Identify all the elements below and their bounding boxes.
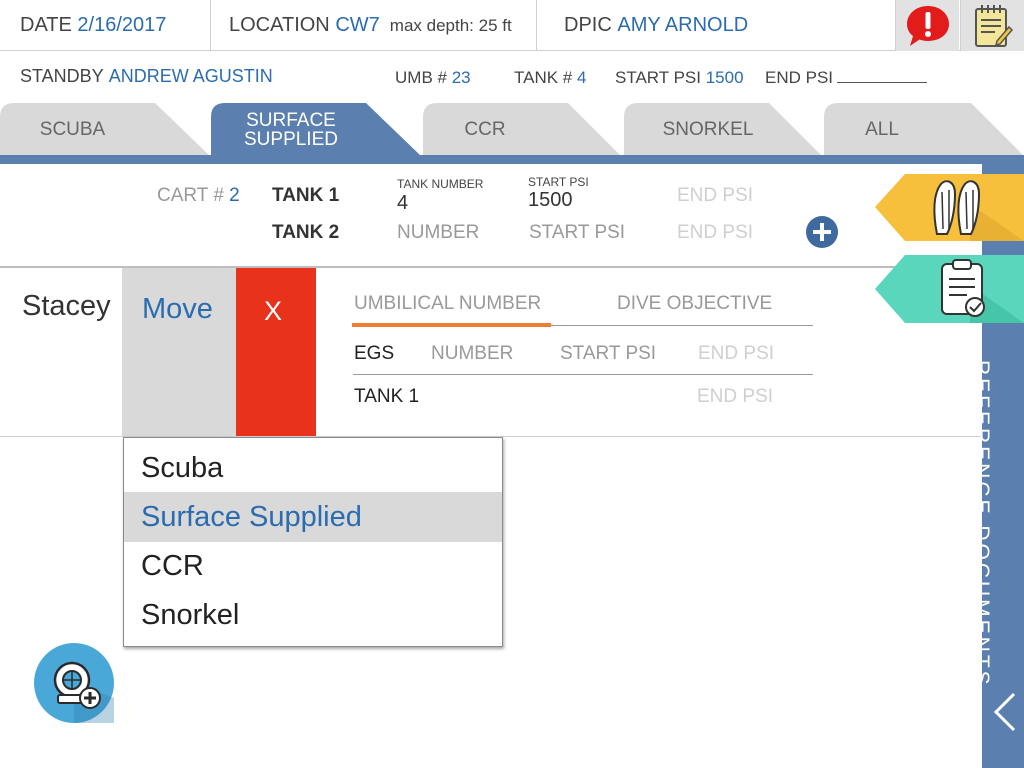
fins-icon: [875, 174, 1024, 241]
dropdown-option-snorkel[interactable]: Snorkel: [124, 590, 502, 640]
end-psi-input-line: [837, 69, 928, 83]
tab-label: SURFACE SUPPLIED: [244, 111, 338, 149]
standby-label: STANDBY: [20, 66, 104, 86]
tab-label-line1: SURFACE: [246, 109, 336, 131]
tab-label: ALL: [865, 119, 899, 140]
umb-value: 23: [451, 68, 471, 87]
cart-tank2-number[interactable]: NUMBER: [397, 222, 479, 244]
move-button[interactable]: Move: [122, 268, 236, 436]
header-divider: [536, 0, 537, 51]
cart-value: 2: [229, 185, 240, 206]
remove-diver-button[interactable]: X: [236, 268, 316, 436]
tab-scuba[interactable]: SCUBA: [0, 103, 210, 156]
tab-label: SNORKEL: [662, 119, 754, 140]
clipboard-check-icon: [875, 255, 1024, 323]
input-underline: [551, 325, 813, 326]
tank-label: TANK #: [514, 68, 573, 87]
umb-field[interactable]: UMB # 23: [395, 68, 471, 88]
location-label: LOCATION: [229, 14, 330, 36]
standby-field[interactable]: STANDBY ANDREW AGUSTIN: [20, 66, 273, 87]
plus-circle-icon: [806, 216, 838, 248]
dive-type-dropdown[interactable]: Scuba Surface Supplied CCR Snorkel: [123, 437, 503, 647]
remove-label: X: [264, 296, 283, 326]
dpic-label: DPIC: [564, 14, 612, 36]
umbilical-number-input[interactable]: UMBILICAL NUMBER: [354, 293, 541, 315]
start-psi-field[interactable]: START PSI 1500: [615, 68, 744, 88]
egs-label: EGS: [354, 343, 395, 364]
standby-value: ANDREW AGUSTIN: [108, 66, 273, 86]
tank-value: 4: [577, 68, 587, 87]
notepad-icon: [974, 4, 1013, 47]
cart-tank2-end-psi[interactable]: END PSI: [677, 222, 753, 244]
tab-snorkel[interactable]: SNORKEL: [624, 103, 822, 156]
row-divider: [353, 374, 813, 375]
add-diver-button[interactable]: [34, 643, 114, 728]
cart-tank1-start-psi[interactable]: 1500: [528, 189, 573, 212]
egs-start-psi-input[interactable]: START PSI: [560, 343, 656, 365]
tab-shape: [824, 103, 1024, 156]
cart-number-field[interactable]: CART # 2: [157, 185, 240, 207]
egs-end-psi-input[interactable]: END PSI: [698, 343, 774, 365]
tank-number-caption: TANK NUMBER: [397, 177, 484, 191]
dropdown-option-ccr[interactable]: CCR: [124, 541, 502, 591]
start-psi-value: 1500: [705, 68, 744, 87]
tab-label-line2: SUPPLIED: [244, 128, 338, 150]
cart-tank1-number[interactable]: 4: [397, 192, 408, 215]
cart-label: CART #: [157, 185, 224, 206]
date-value: 2/16/2017: [77, 14, 167, 36]
cart-tank2-label: TANK 2: [272, 222, 340, 243]
tab-label: CCR: [464, 119, 506, 140]
dpic-field[interactable]: DPIC AMY ARNOLD: [564, 0, 748, 51]
tab-surface-supplied[interactable]: SURFACE SUPPLIED: [211, 103, 421, 156]
alert-icon: [906, 5, 949, 46]
dpic-value: AMY ARNOLD: [617, 14, 749, 36]
notes-button[interactable]: [960, 0, 1024, 51]
umbilical-focus-underline: [352, 323, 551, 327]
date-label: DATE: [20, 14, 72, 36]
date-field[interactable]: DATE 2/16/2017: [20, 0, 166, 51]
checklist-reference-tab[interactable]: [875, 255, 1024, 328]
add-tank-button[interactable]: [806, 216, 840, 253]
top-header: DATE 2/16/2017 LOCATION CW7 max depth: 2…: [0, 0, 1024, 51]
move-label: Move: [142, 293, 213, 325]
start-psi-caption: START PSI: [528, 175, 589, 189]
cart-tank1-end-psi[interactable]: END PSI: [677, 185, 753, 207]
tab-shape: [423, 103, 621, 156]
fins-reference-tab[interactable]: [875, 174, 1024, 246]
diver-helmet-add-icon: [34, 643, 114, 723]
umb-label: UMB #: [395, 68, 447, 87]
header-divider: [210, 0, 211, 51]
tab-label: SCUBA: [39, 119, 106, 140]
tank-field[interactable]: TANK # 4: [514, 68, 586, 88]
location-field[interactable]: LOCATION CW7 max depth: 25 ft: [229, 0, 512, 51]
dropdown-option-surface-supplied[interactable]: Surface Supplied: [124, 492, 502, 542]
dropdown-option-scuba[interactable]: Scuba: [124, 443, 502, 493]
diver-tank1-end-psi-input[interactable]: END PSI: [697, 386, 773, 408]
reference-documents-label: REFERENCE DOCUMENTS: [970, 360, 993, 688]
tab-all[interactable]: ALL: [824, 103, 1024, 156]
egs-number-input[interactable]: NUMBER: [431, 343, 513, 365]
end-psi-label: END PSI: [765, 68, 834, 87]
tab-underline: [0, 155, 982, 164]
location-value: CW7: [335, 14, 380, 36]
start-psi-label: START PSI: [615, 68, 701, 87]
alert-button[interactable]: [895, 0, 959, 51]
diver-tank1-label: TANK 1: [354, 386, 420, 407]
chevron-left-icon: [993, 692, 1016, 732]
end-psi-field[interactable]: END PSI: [765, 68, 928, 88]
max-depth: max depth: 25 ft: [389, 15, 512, 35]
cart-tank1-label: TANK 1: [272, 185, 340, 206]
dive-objective-input[interactable]: DIVE OBJECTIVE: [617, 293, 772, 315]
tab-ccr[interactable]: CCR: [423, 103, 621, 156]
diver-name[interactable]: Stacey: [22, 290, 111, 323]
sidebar-expand-button[interactable]: [990, 690, 1020, 739]
cart-tank2-start-psi[interactable]: START PSI: [529, 222, 625, 244]
